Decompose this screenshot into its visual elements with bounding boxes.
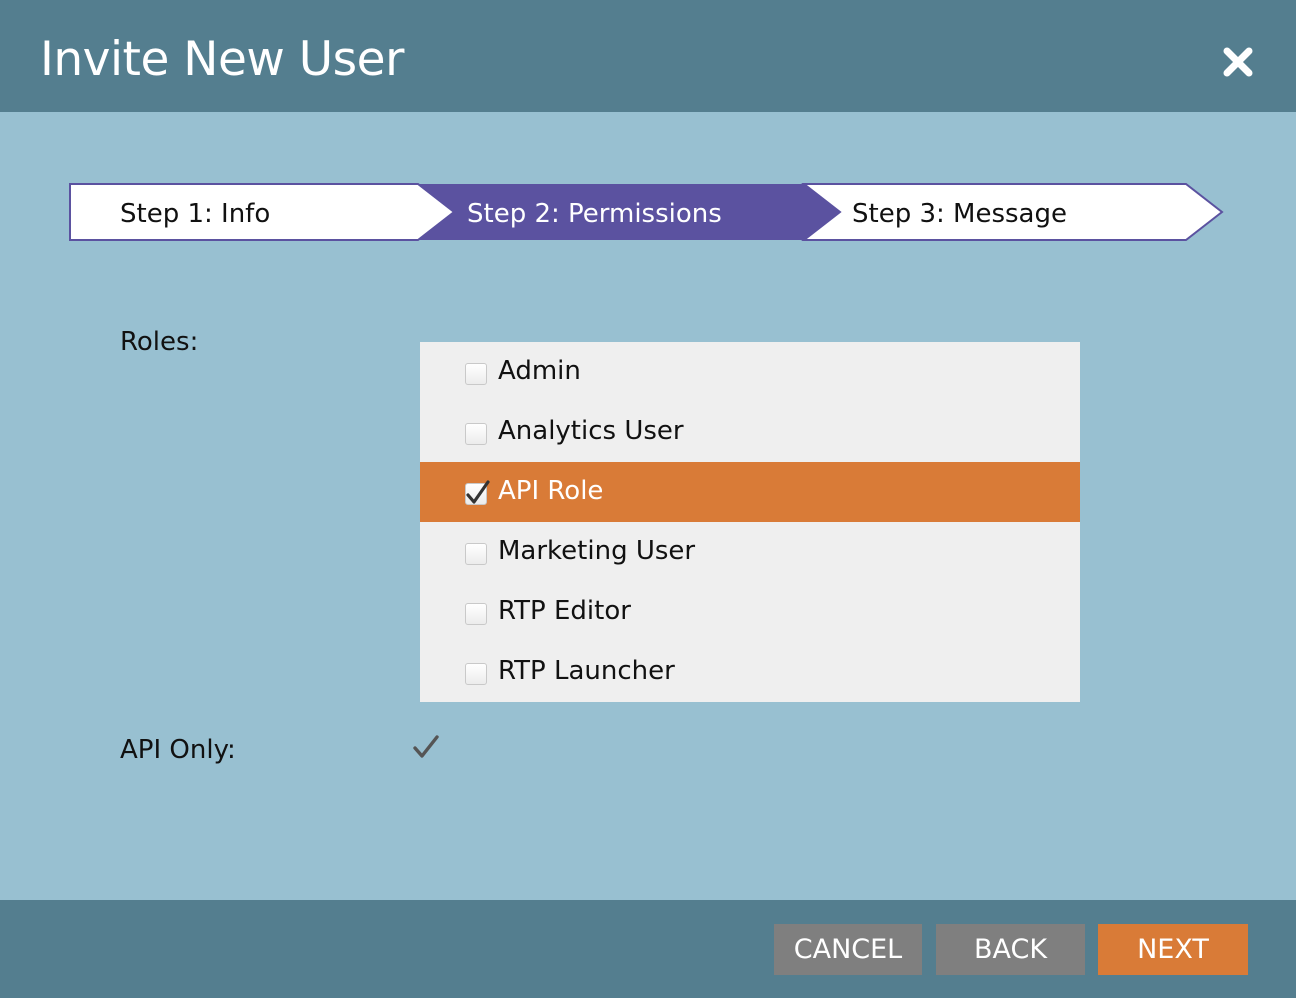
step-1-tab[interactable]: Step 1: Info (120, 196, 270, 232)
role-checkbox-analytics-user[interactable] (465, 423, 487, 445)
role-item-api-role[interactable]: API Role (420, 462, 1080, 522)
checkmark-icon (466, 480, 490, 504)
wizard-steps: Step 1: Info Step 2: Permissions Step 3:… (0, 0, 1296, 260)
cancel-button[interactable]: CANCEL (774, 924, 922, 975)
role-label-admin: Admin (498, 356, 581, 386)
step-2-tab[interactable]: Step 2: Permissions (467, 196, 722, 232)
roles-label: Roles: (120, 327, 199, 357)
role-label-marketing-user: Marketing User (498, 536, 696, 566)
step-3-tab[interactable]: Step 3: Message (852, 196, 1067, 232)
role-checkbox-api-role[interactable] (465, 480, 490, 505)
role-item-rtp-launcher[interactable]: RTP Launcher (420, 642, 1080, 702)
role-checkbox-rtp-editor[interactable] (465, 603, 487, 625)
roles-list[interactable]: Admin Analytics User API Role Marketing … (420, 342, 1080, 702)
next-button[interactable]: NEXT (1098, 924, 1248, 975)
role-item-rtp-editor[interactable]: RTP Editor (420, 582, 1080, 642)
role-item-analytics-user[interactable]: Analytics User (420, 402, 1080, 462)
role-item-admin[interactable]: Admin (420, 342, 1080, 402)
api-only-label: API Only: (120, 735, 236, 765)
dialog-footer: CANCEL BACK NEXT (0, 900, 1296, 998)
role-checkbox-marketing-user[interactable] (465, 543, 487, 565)
checkmark-icon (413, 735, 439, 758)
role-checkbox-rtp-launcher[interactable] (465, 663, 487, 685)
role-label-analytics-user: Analytics User (498, 416, 684, 446)
api-only-checkbox[interactable] (412, 734, 440, 760)
role-label-rtp-editor: RTP Editor (498, 596, 631, 626)
invite-user-dialog: Invite New User Step 1: Info Step 2: Per… (0, 0, 1296, 998)
back-button[interactable]: BACK (936, 924, 1085, 975)
role-label-api-role: API Role (498, 476, 604, 506)
role-checkbox-admin[interactable] (465, 363, 487, 385)
role-item-marketing-user[interactable]: Marketing User (420, 522, 1080, 582)
role-label-rtp-launcher: RTP Launcher (498, 656, 675, 686)
